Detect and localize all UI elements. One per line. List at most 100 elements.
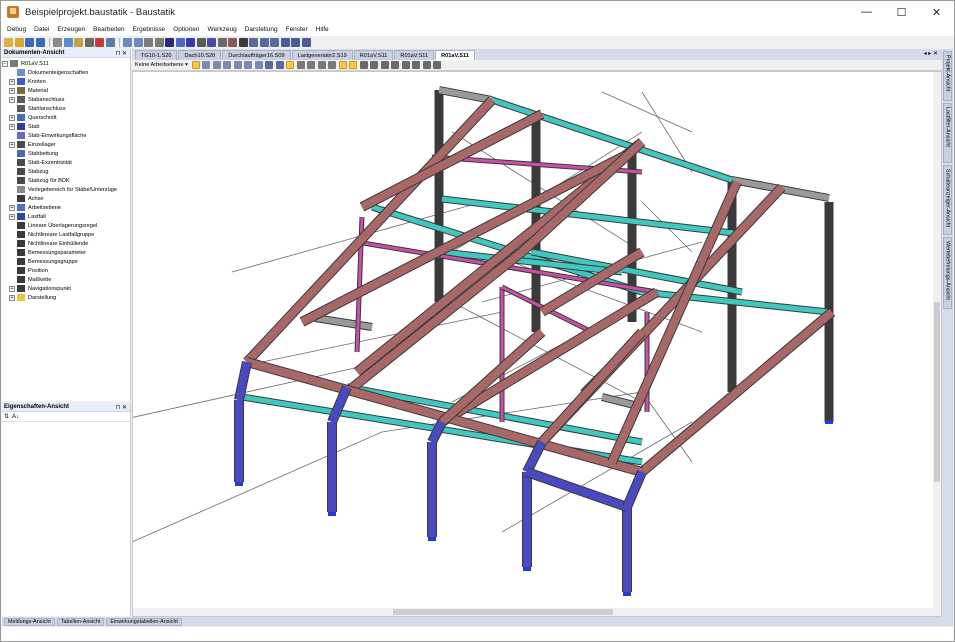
front-view-icon[interactable] [296,61,305,69]
minimize-button[interactable]: — [849,1,884,23]
pointer-icon[interactable] [191,61,200,69]
render-icon[interactable] [286,61,295,69]
side-view-icon[interactable] [307,61,316,69]
tree-item[interactable]: Dokumenteigenschaften [2,68,130,77]
roof-icon[interactable] [301,38,311,47]
tree-item[interactable]: Position [2,266,130,275]
section-tool-icon[interactable] [228,38,237,47]
tree-item[interactable]: + Stab [2,122,130,131]
node-tool-icon[interactable] [175,38,185,47]
expand-icon[interactable]: + [9,123,15,130]
support-marker[interactable] [523,567,531,571]
bracing-cable[interactable] [231,201,483,273]
frame-icon[interactable] [280,38,290,47]
tab-r01av-2[interactable]: R01aV.S11 [394,50,435,60]
horizontal-scroll-thumb[interactable] [393,609,613,615]
close-button[interactable]: ✕ [919,1,954,23]
menu-werkzeug[interactable]: Werkzeug [208,26,237,33]
bracing-cable[interactable] [133,431,383,542]
support-tool-icon[interactable] [196,38,206,47]
tab-lastgenerator2[interactable]: Lastgenerator2.S19 [291,50,353,60]
save-icon[interactable] [25,38,34,47]
tab-scroll-controls[interactable]: ◂ ▸ ✕ [924,50,938,57]
menu-fenster[interactable]: Fenster [286,26,308,33]
zoom-all-icon[interactable] [244,61,253,69]
expand-icon[interactable]: + [9,294,15,301]
menu-hilfe[interactable]: Hilfe [316,26,329,33]
tree-item[interactable]: Bemessungsgruppe [2,257,130,266]
function-icon[interactable] [238,38,248,47]
zoom-prev-icon[interactable] [254,61,263,69]
frame-6-icon[interactable] [412,61,421,69]
expand-icon[interactable]: + [9,141,15,148]
tree-item[interactable]: + Darstellung [2,293,130,302]
tree-item[interactable]: Lineare Überlagerungsregel [2,221,130,230]
menu-erzeugen[interactable]: Erzeugen [57,26,85,33]
tree-item[interactable]: + Navigationspunkt [2,284,130,293]
pan-icon[interactable] [233,61,242,69]
tab-durchlauftraeger16[interactable]: Durchlaufträger16.S09 [222,50,291,60]
frame-4-icon[interactable] [391,61,400,69]
tree-item[interactable]: Stahlanschluss [2,104,130,113]
support-marker[interactable] [623,592,631,596]
tree-item[interactable]: Achse [2,194,130,203]
dimension-tool-icon[interactable] [217,38,227,47]
support-marker[interactable] [235,482,243,486]
menu-darstellung[interactable]: Darstellung [245,26,278,33]
tree-item[interactable]: Verlegebereich für Stäbe/Unterzüge [2,185,130,194]
top-view-icon[interactable] [317,61,326,69]
truss-icon[interactable] [291,38,300,47]
menu-bearbeiten[interactable]: Bearbeiten [93,26,124,33]
frame-3-icon[interactable] [380,61,389,69]
tab-messages[interactable]: Meldungs-Ansicht [4,617,55,626]
tab-r01av-1[interactable]: R01aV.S11 [353,50,394,60]
tree-item[interactable]: + Querschnitt [2,113,130,122]
copy-icon[interactable] [63,38,73,47]
save-all-icon[interactable] [35,38,45,47]
tab-r01av-active[interactable]: R01aV.S11 [435,50,475,60]
vertical-scrollbar[interactable] [933,72,941,616]
tree-item[interactable]: Stabzug für BDK [2,176,130,185]
rafter[interactable] [439,329,545,425]
tree-item[interactable]: Bemessungsparameter [2,248,130,257]
table-view-icon[interactable] [328,61,337,69]
support-marker[interactable] [825,420,833,424]
tab-action-tables[interactable]: Einwirkungstabellen-Ansicht [106,617,182,626]
side-tab-switch-display[interactable]: Schalteanzeiger-Ansicht [943,165,952,235]
workplane-select[interactable]: Keine Arbeitsebene ▾ [135,62,188,68]
frame-8-icon[interactable] [433,61,442,69]
tree-item[interactable]: Stab-Exzentrizität [2,158,130,167]
frame-7-icon[interactable] [422,61,431,69]
tab-dach10[interactable]: Dach10.S20 [178,50,222,60]
support-marker[interactable] [428,537,436,541]
tree-item[interactable]: + Arbeitsebene [2,203,130,212]
tree-item[interactable]: Maßkette [2,275,130,284]
tree-item[interactable]: Stab-Einwirkungsfläche [2,131,130,140]
expand-icon[interactable]: + [9,87,15,94]
menu-debug[interactable]: Debug [7,26,26,33]
side-tab-value-exemption[interactable]: Wertebefreiungs-Ansicht [943,237,952,309]
properties-panel-controls[interactable]: ⊓ ✕ [116,404,127,411]
bracing-cable[interactable] [601,91,693,133]
tree-root[interactable]: − R01aV.S11 [2,59,130,68]
graph-icon[interactable] [259,38,269,47]
load-tool-icon[interactable] [207,38,216,47]
redo-icon[interactable] [133,38,143,47]
undo-icon[interactable] [123,38,132,47]
tree-item[interactable]: + Einzellager [2,140,130,149]
side-tab-load-filter[interactable]: Lastfilter-Ansicht [943,103,952,163]
check-icon[interactable] [270,38,279,47]
nodes-toggle-icon[interactable] [338,61,347,69]
expand-icon[interactable]: + [9,114,15,121]
tree-item[interactable]: Nichtlineare Einhüllende [2,239,130,248]
calc-icon[interactable] [165,38,174,47]
tree-item[interactable]: Stabzug [2,167,130,176]
tree-item[interactable]: + Lastfall [2,212,130,221]
tree-item[interactable]: + Stabanschluss [2,95,130,104]
expand-icon[interactable]: + [9,78,15,85]
zoom-in-icon[interactable] [212,61,221,69]
horizontal-scrollbar[interactable] [133,608,935,616]
open-icon[interactable] [14,38,24,47]
collapse-icon[interactable]: − [2,60,8,67]
new-icon[interactable] [4,38,13,47]
